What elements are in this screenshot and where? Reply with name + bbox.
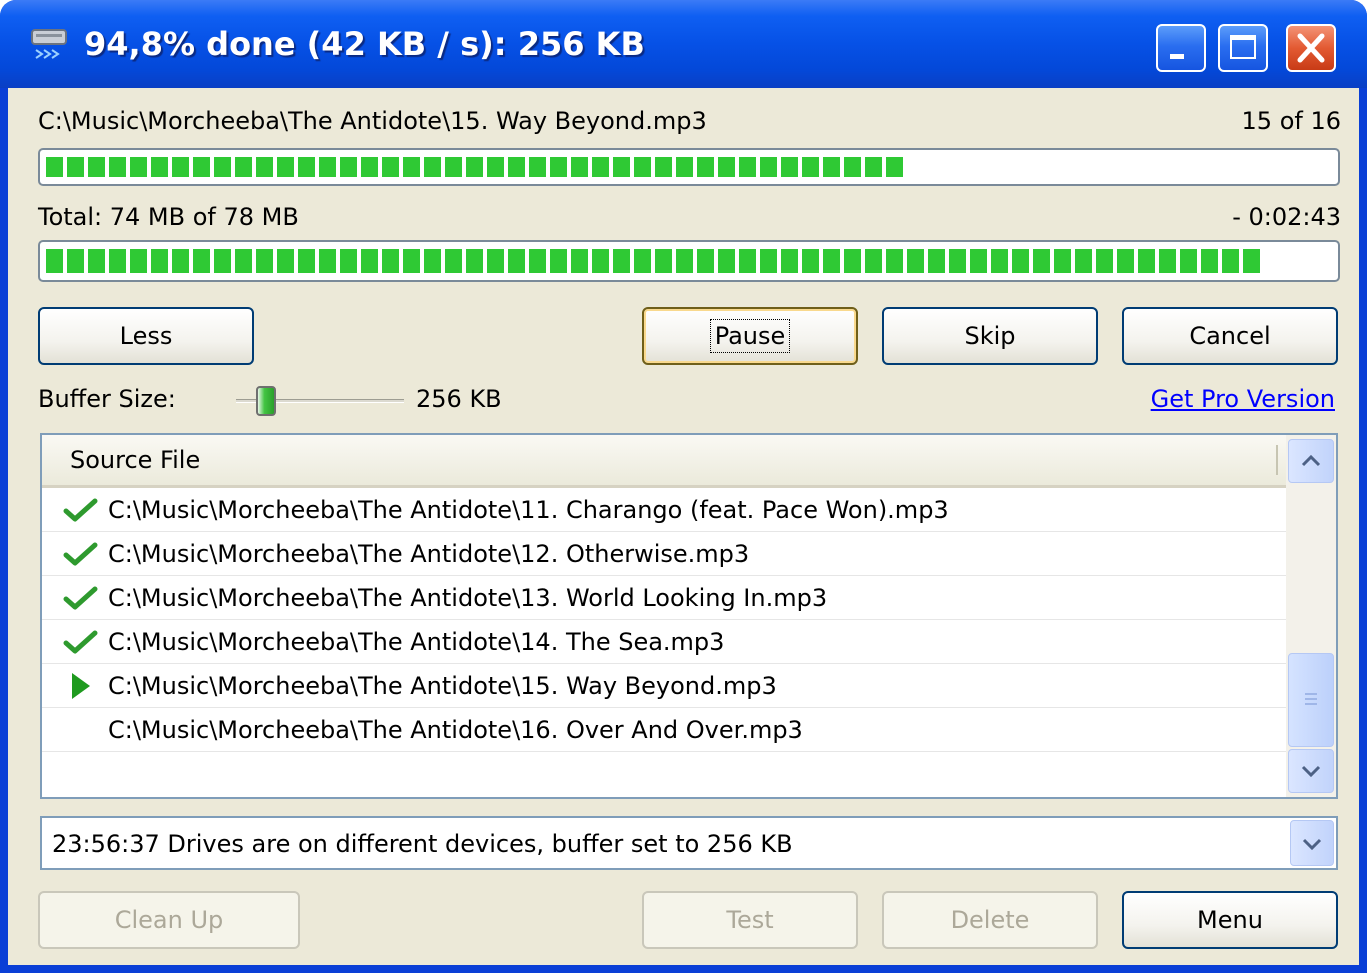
list-item[interactable]: C:\Music\Morcheeba\The Antidote\12. Othe… (42, 532, 1286, 576)
time-remaining: - 0:02:43 (1232, 203, 1341, 231)
log-dropdown-button[interactable] (1290, 820, 1334, 866)
drive-icon (31, 29, 67, 59)
chevron-down-icon (1302, 838, 1322, 851)
list-item-path: C:\Music\Morcheeba\The Antidote\12. Othe… (108, 540, 750, 568)
pause-button[interactable]: Pause (642, 307, 858, 365)
total-progress-bar (38, 240, 1340, 282)
file-progress-bar (38, 148, 1340, 186)
buffer-size-label: Buffer Size: (38, 385, 176, 413)
menu-button-label: Menu (1197, 906, 1263, 934)
list-item-path: C:\Music\Morcheeba\The Antidote\15. Way … (108, 672, 777, 700)
list-item-path: C:\Music\Morcheeba\The Antidote\16. Over… (108, 716, 803, 744)
list-item[interactable]: C:\Music\Morcheeba\The Antidote\16. Over… (42, 708, 1286, 752)
list-item-path: C:\Music\Morcheeba\The Antidote\11. Char… (108, 496, 949, 524)
list-scrollbar[interactable] (1286, 435, 1336, 797)
list-item-path: C:\Music\Morcheeba\The Antidote\14. The … (108, 628, 725, 656)
file-progress-fill (46, 157, 907, 177)
column-header-source-file[interactable]: Source File (70, 445, 200, 475)
test-button[interactable]: Test (642, 891, 858, 949)
column-separator[interactable] (1276, 445, 1278, 475)
less-button-label: Less (119, 322, 173, 350)
check-icon (63, 586, 98, 610)
cancel-button[interactable]: Cancel (1122, 307, 1338, 365)
skip-button[interactable]: Skip (882, 307, 1098, 365)
maximize-icon (1230, 35, 1256, 59)
scroll-up-button[interactable] (1288, 439, 1334, 483)
title-bar[interactable]: 94,8% done (42 KB / s): 256 KB (0, 0, 1367, 88)
get-pro-version-link[interactable]: Get Pro Version (1151, 384, 1335, 414)
chevron-up-icon (1301, 454, 1321, 467)
less-button[interactable]: Less (38, 307, 254, 365)
maximize-button[interactable] (1218, 24, 1268, 72)
list-item[interactable]: C:\Music\Morcheeba\The Antidote\13. Worl… (42, 576, 1286, 620)
list-item[interactable]: C:\Music\Morcheeba\The Antidote\11. Char… (42, 488, 1286, 532)
play-icon (72, 673, 90, 699)
check-icon (63, 630, 98, 654)
minimize-button[interactable] (1156, 24, 1206, 72)
file-counter: 15 of 16 (1241, 107, 1341, 135)
skip-button-label: Skip (964, 322, 1016, 350)
buffer-slider-thumb[interactable] (256, 386, 276, 416)
cancel-button-label: Cancel (1189, 322, 1271, 350)
check-icon (63, 498, 98, 522)
delete-button-label: Delete (950, 906, 1030, 934)
log-dropdown[interactable]: 23:56:37 Drives are on different devices… (40, 816, 1338, 870)
list-header: Source File (42, 435, 1286, 488)
menu-button[interactable]: Menu (1122, 891, 1338, 949)
chevron-down-icon (1301, 765, 1321, 778)
clean-up-button[interactable]: Clean Up (38, 891, 300, 949)
window-title: 94,8% done (42 KB / s): 256 KB (84, 25, 645, 63)
copy-progress-window: 94,8% done (42 KB / s): 256 KB C:\Music\… (0, 0, 1367, 973)
close-button[interactable] (1286, 24, 1336, 72)
grip-icon (1305, 693, 1317, 705)
close-icon (1297, 33, 1325, 63)
pause-button-label: Pause (709, 319, 791, 353)
scroll-thumb[interactable] (1288, 653, 1334, 747)
dialog-body: C:\Music\Morcheeba\The Antidote\15. Way … (8, 88, 1359, 965)
list-item-path: C:\Music\Morcheeba\The Antidote\13. Worl… (108, 584, 828, 612)
total-progress-fill (46, 249, 1264, 273)
list-item[interactable]: C:\Music\Morcheeba\The Antidote\15. Way … (42, 664, 1286, 708)
check-icon (63, 542, 98, 566)
current-file-path: C:\Music\Morcheeba\The Antidote\15. Way … (38, 107, 707, 135)
delete-button[interactable]: Delete (882, 891, 1098, 949)
list-item[interactable]: C:\Music\Morcheeba\The Antidote\14. The … (42, 620, 1286, 664)
minimize-icon (1170, 54, 1184, 59)
total-progress-label: Total: 74 MB of 78 MB (38, 203, 299, 231)
log-message: 23:56:37 Drives are on different devices… (52, 830, 793, 858)
window-frame-bottom (0, 965, 1367, 973)
test-button-label: Test (726, 906, 774, 934)
scroll-down-button[interactable] (1288, 749, 1334, 793)
buffer-size-value: 256 KB (416, 385, 502, 413)
source-file-list[interactable]: Source File C:\Music\Morcheeba\The Antid… (40, 433, 1338, 799)
clean-up-button-label: Clean Up (114, 906, 224, 934)
